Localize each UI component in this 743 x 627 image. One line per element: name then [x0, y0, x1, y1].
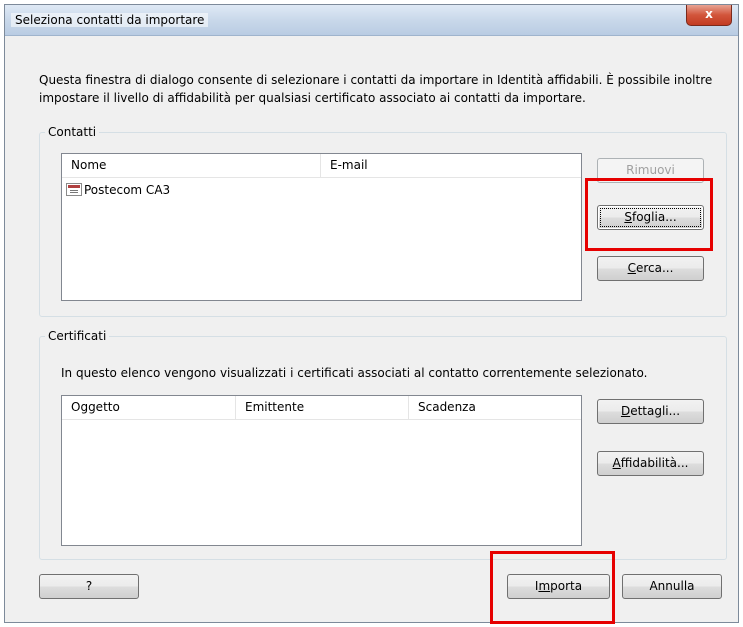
- search-button[interactable]: Cerca...: [597, 256, 704, 281]
- import-highlight: [490, 551, 615, 624]
- cancel-button[interactable]: Annulla: [622, 574, 722, 599]
- certificates-group-label: Certificati: [48, 329, 107, 343]
- browse-highlight: [585, 178, 713, 251]
- window-title: Seleziona contatti da importare: [11, 13, 209, 27]
- contacts-group-label: Contatti: [48, 125, 97, 139]
- certificates-list[interactable]: Oggetto Emittente Scadenza: [61, 395, 582, 546]
- contacts-list[interactable]: Nome E-mail Postecom CA3: [61, 153, 582, 301]
- column-header-issuer[interactable]: Emittente: [236, 396, 409, 419]
- details-button[interactable]: Dettagli...: [597, 399, 704, 424]
- dialog-description: Questa finestra di dialogo consente di s…: [39, 73, 713, 105]
- close-button[interactable]: x: [686, 5, 732, 26]
- certificates-info: In questo elenco vengono visualizzati i …: [61, 366, 648, 380]
- contacts-list-header: Nome E-mail: [62, 154, 581, 178]
- certificates-list-header: Oggetto Emittente Scadenza: [62, 396, 581, 420]
- column-header-expiry[interactable]: Scadenza: [409, 396, 581, 419]
- help-button[interactable]: ?: [39, 574, 139, 599]
- column-header-subject[interactable]: Oggetto: [62, 396, 236, 419]
- dialog-window: Seleziona contatti da importare x Questa…: [4, 4, 739, 624]
- column-header-name[interactable]: Nome: [62, 154, 321, 177]
- close-icon: x: [705, 7, 713, 21]
- trust-button[interactable]: Affidabilità...: [597, 451, 704, 476]
- contact-name: Postecom CA3: [84, 183, 171, 197]
- column-header-email[interactable]: E-mail: [321, 154, 581, 177]
- title-bar[interactable]: Seleziona contatti da importare x: [5, 5, 738, 36]
- list-item[interactable]: Postecom CA3: [66, 181, 170, 199]
- certificate-icon: [66, 183, 82, 196]
